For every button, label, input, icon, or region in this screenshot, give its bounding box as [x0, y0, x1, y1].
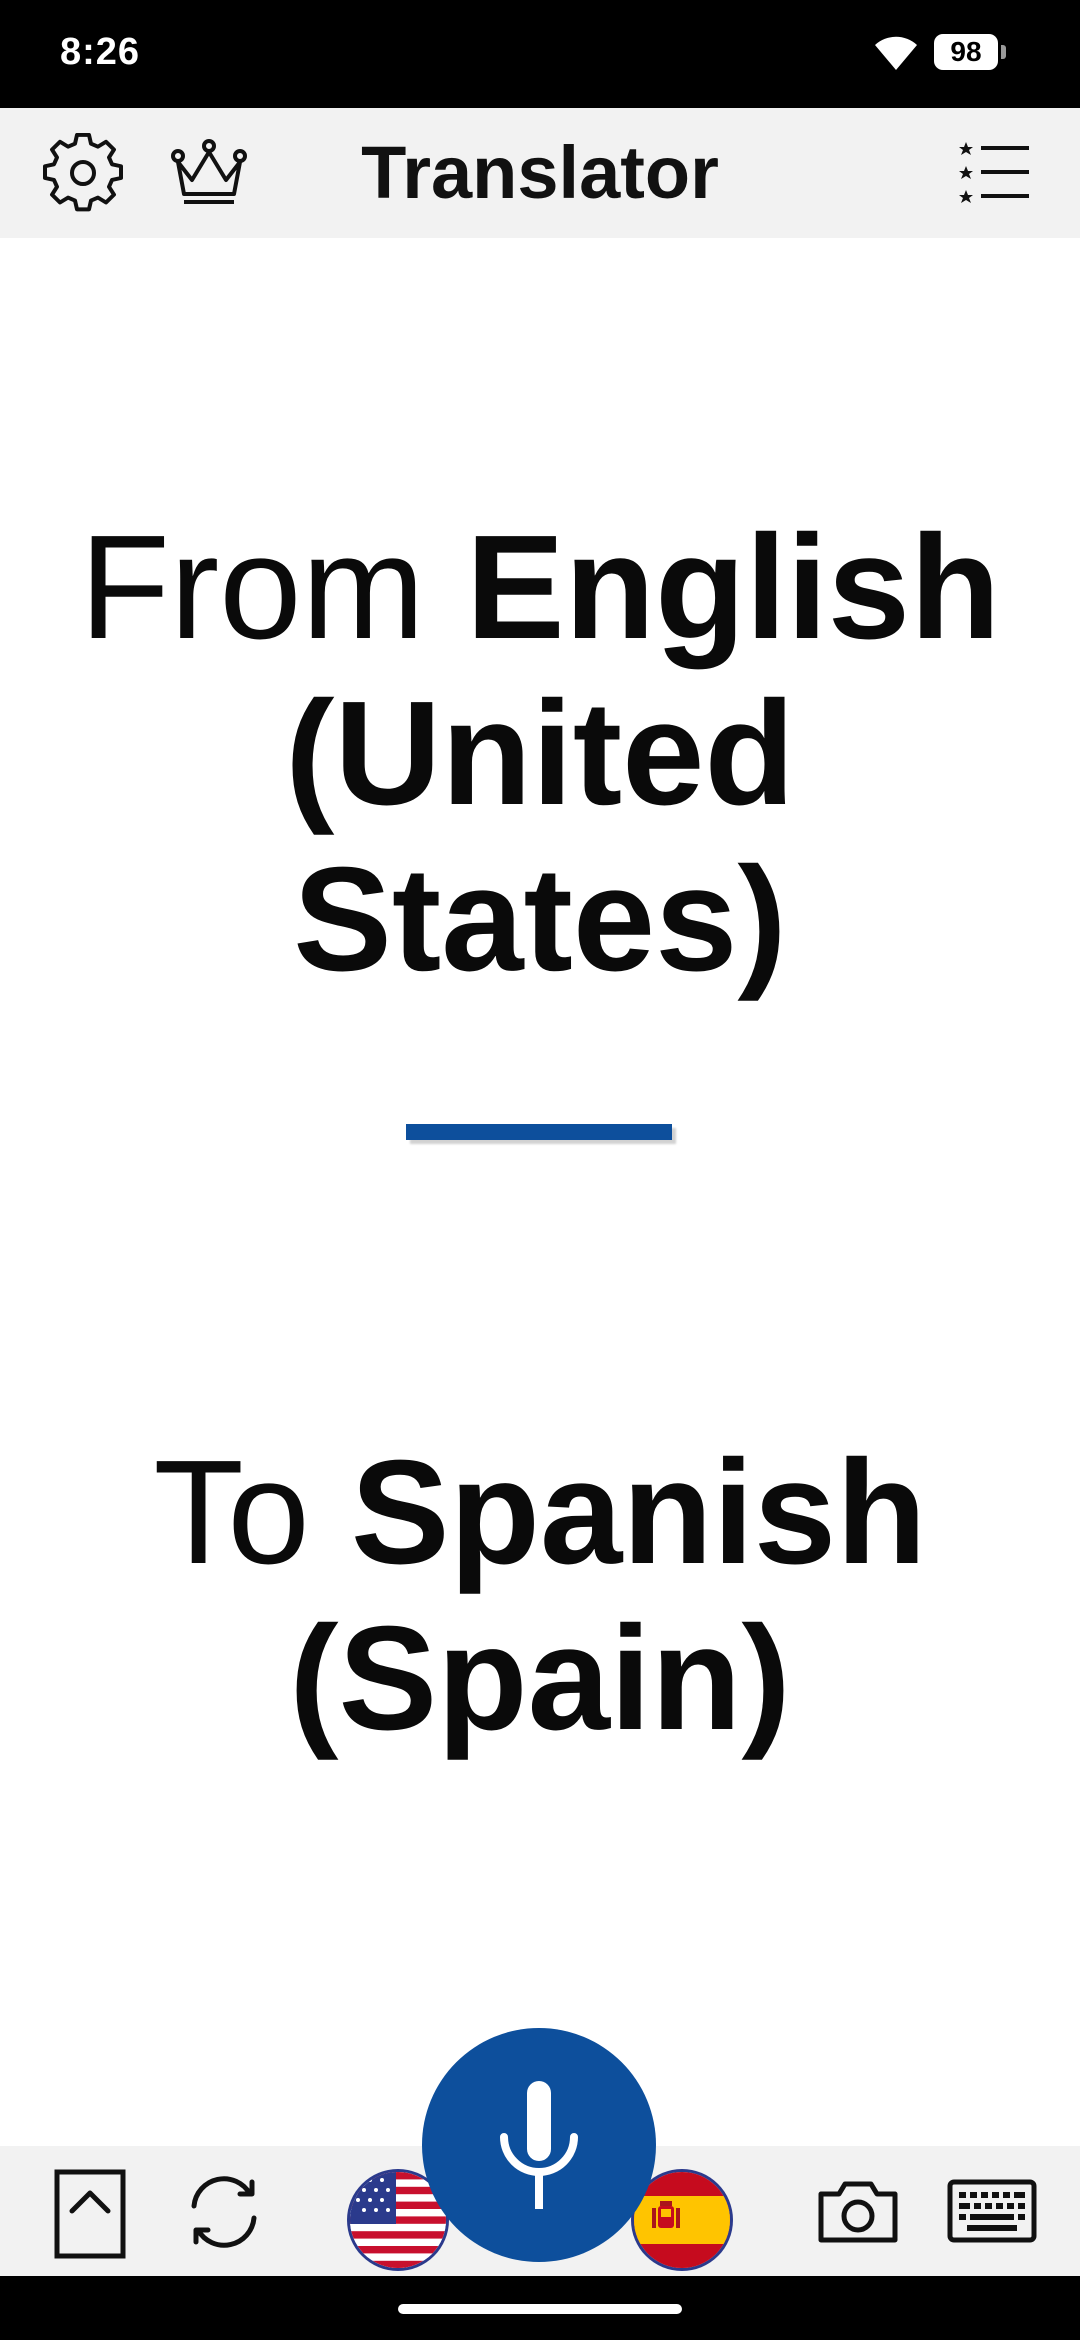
target-language-name: Spanish (Spain) [289, 1430, 927, 1761]
translator-screen: 8:26 98 Translator From English (United … [0, 0, 1080, 2340]
microphone-icon [500, 2081, 578, 2209]
camera-icon [818, 2181, 898, 2243]
source-language-prefix: From [79, 505, 466, 670]
expand-up-icon [54, 2169, 126, 2259]
app-header: Translator [0, 108, 1080, 238]
target-language-prefix: To [153, 1430, 351, 1595]
target-language-display[interactable]: To Spanish (Spain) [40, 1430, 1040, 1762]
favorites-button[interactable] [952, 130, 1038, 216]
wifi-icon [872, 32, 920, 72]
keyboard-icon [947, 2179, 1037, 2243]
status-time: 8:26 [60, 31, 141, 73]
keyboard-button[interactable] [944, 2168, 1040, 2254]
navigation-bar [0, 2276, 1080, 2340]
status-bar: 8:26 98 [0, 0, 1080, 108]
battery-tip [1001, 45, 1006, 59]
premium-button[interactable] [166, 130, 252, 216]
starred-list-icon [959, 142, 1029, 203]
gear-icon [43, 133, 123, 212]
home-indicator[interactable] [398, 2304, 682, 2314]
crown-icon [171, 139, 247, 204]
history-button[interactable] [48, 2166, 132, 2262]
camera-button[interactable] [810, 2168, 906, 2254]
swap-languages-button[interactable] [178, 2166, 270, 2258]
microphone-button[interactable] [422, 2028, 656, 2262]
source-language-display[interactable]: From English (United States) [40, 505, 1040, 1003]
app-title: Translator [361, 131, 719, 214]
battery-indicator: 98 [934, 34, 1006, 72]
settings-button[interactable] [40, 130, 126, 216]
swap-icon [191, 2176, 257, 2248]
language-divider [406, 1124, 672, 1140]
battery-level: 98 [934, 34, 998, 70]
